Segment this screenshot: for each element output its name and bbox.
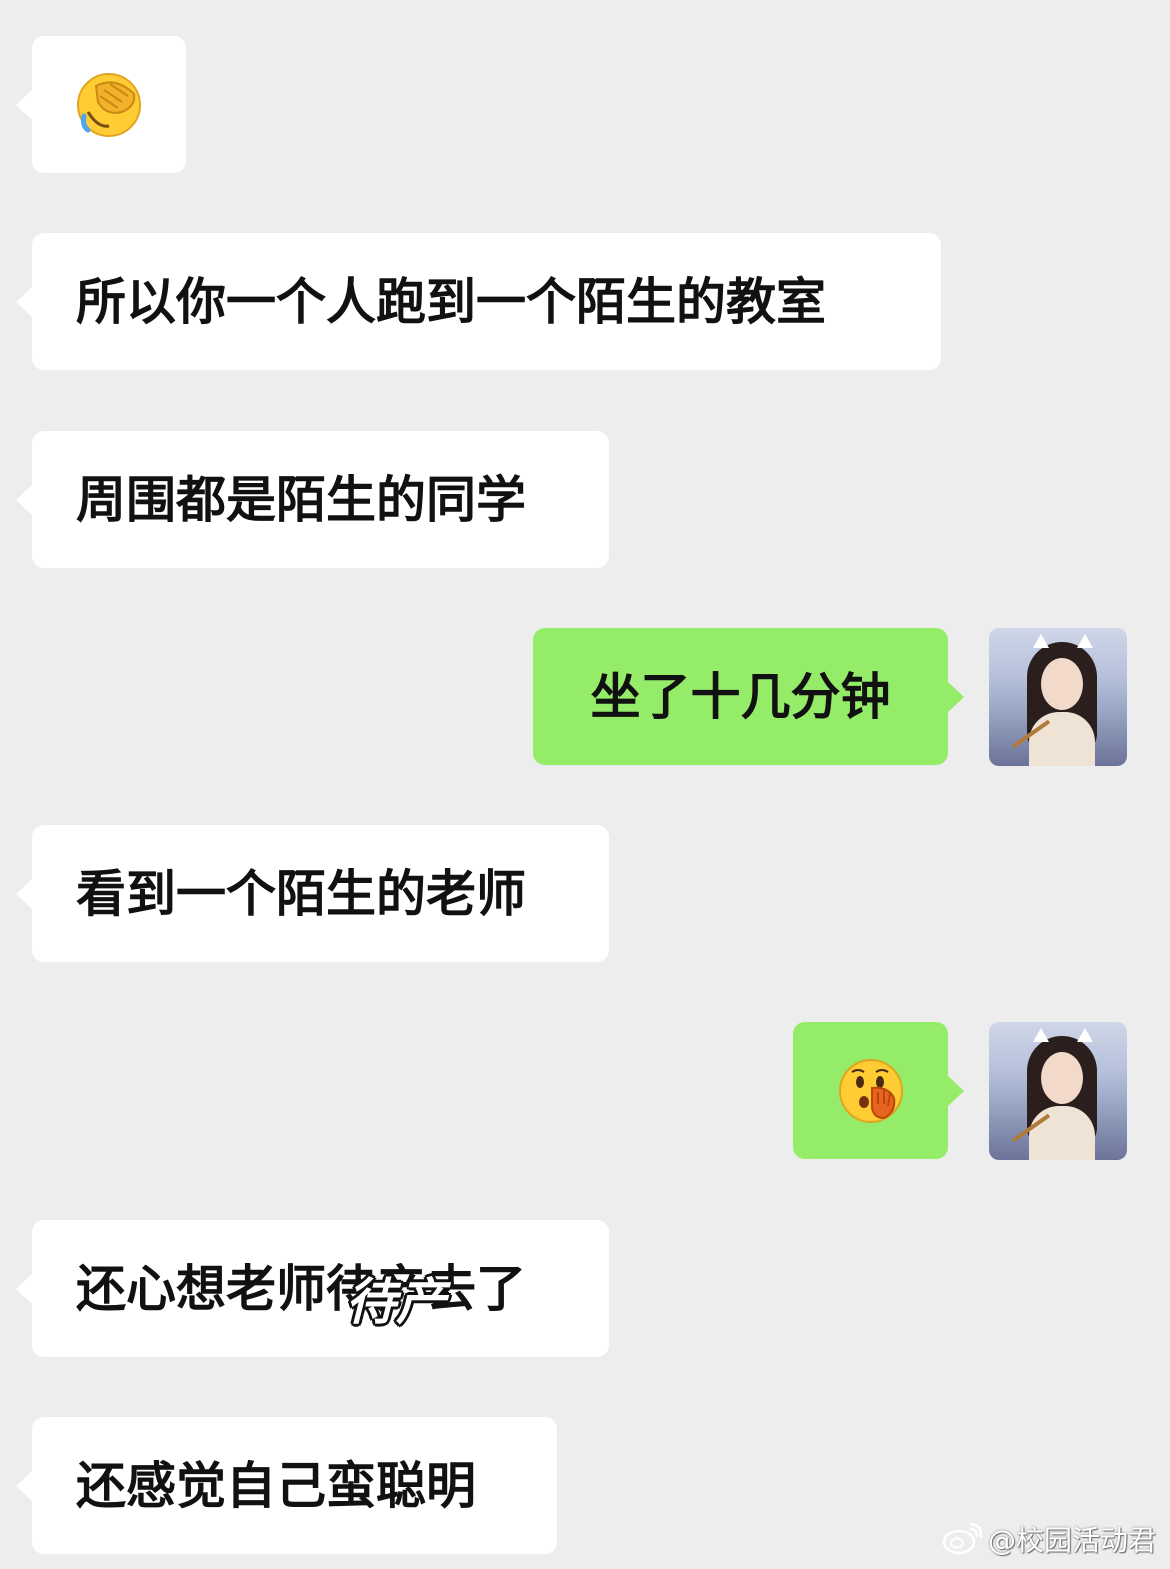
message-bubble-received[interactable]: 看到一个陌生的老师	[16, 825, 609, 962]
message-text: 还感觉自己蛮聪明	[76, 1456, 476, 1515]
message-text: 所以你一个人跑到一个陌生的教室	[76, 272, 826, 331]
watermark-handle: @校园活动君	[987, 1524, 1156, 1557]
message-bubble-sent[interactable]	[793, 1022, 964, 1159]
message-bubble-received[interactable]: 所以你一个人跑到一个陌生的教室	[16, 233, 941, 370]
weibo-logo-icon	[942, 1523, 982, 1555]
message-bubble-received[interactable]: 周围都是陌生的同学	[16, 431, 609, 568]
overlay-caption: 待产	[346, 1273, 446, 1331]
message-text: 周围都是陌生的同学	[76, 470, 526, 529]
facepalm-crying-emoji	[77, 72, 141, 137]
message-bubble-received[interactable]: 还心想老师待产去了	[16, 1220, 609, 1357]
message-text: 看到一个陌生的老师	[76, 864, 526, 923]
avatar[interactable]	[989, 1022, 1127, 1160]
message-bubble-received[interactable]	[16, 36, 186, 173]
shocked-hand-over-mouth-emoji	[838, 1058, 903, 1123]
message-bubble-received[interactable]: 还感觉自己蛮聪明	[16, 1417, 557, 1554]
message-text: 还心想老师待产去了	[76, 1259, 526, 1318]
message-text: 坐了十几分钟	[590, 667, 891, 726]
watermark: @校园活动君	[942, 1519, 1156, 1559]
avatar[interactable]	[989, 628, 1127, 766]
message-bubble-sent[interactable]: 坐了十几分钟	[533, 628, 964, 765]
